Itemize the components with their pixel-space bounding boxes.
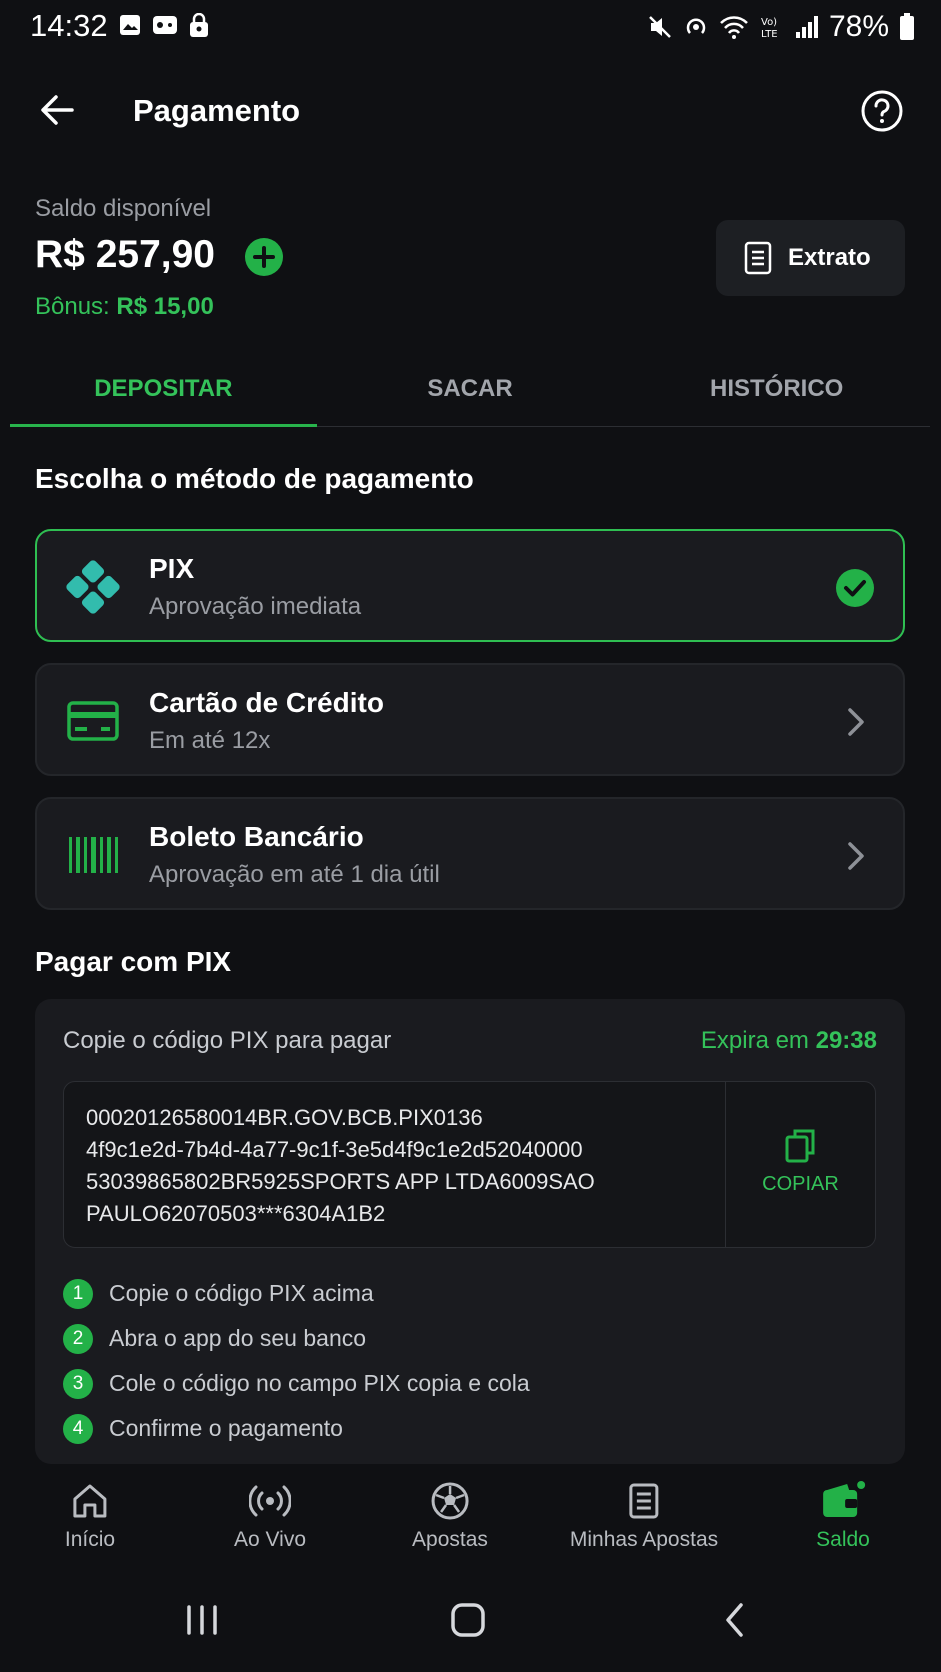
step-text: Copie o código PIX acima <box>109 1280 374 1306</box>
extrato-label: Extrato <box>788 244 871 271</box>
step-item: 4 Confirme o pagamento <box>63 1406 530 1451</box>
document-icon <box>744 241 772 275</box>
expire-timer: Expira em 29:38 <box>701 1027 877 1055</box>
wifi-icon <box>720 16 748 39</box>
hotspot-icon <box>686 18 706 34</box>
bottom-nav: Início Ao Vivo Apostas Minhas Apostas Sa… <box>0 1480 941 1590</box>
nav-label: Minhas Apostas <box>569 1528 719 1551</box>
nav-label: Início <box>64 1528 116 1551</box>
copy-icon <box>785 1129 814 1163</box>
tab-bar: DEPOSITAR SACAR HISTÓRICO <box>10 360 930 427</box>
gallery-icon <box>120 15 140 35</box>
tab-sacar[interactable]: SACAR <box>317 360 624 426</box>
nav-saldo[interactable]: Saldo <box>816 1480 870 1552</box>
chevron-left-icon <box>726 1603 743 1637</box>
nav-label: Ao Vivo <box>234 1528 306 1551</box>
nav-minhas-apostas[interactable]: Minhas Apostas <box>570 1480 718 1552</box>
copy-button[interactable]: COPIAR <box>725 1082 875 1247</box>
chevron-right-icon <box>848 708 864 736</box>
method-boleto[interactable]: Boleto Bancário Aprovação em até 1 dia ú… <box>35 797 905 910</box>
barcode-icon <box>69 837 118 873</box>
method-desc: Em até 12x <box>149 727 271 754</box>
status-time: 14:32 <box>30 8 108 43</box>
check-circle-icon <box>836 569 874 607</box>
methods-title: Escolha o método de pagamento <box>35 463 474 494</box>
balance-value: R$ 257,90 <box>35 233 215 276</box>
chevron-right-icon <box>848 842 864 870</box>
pix-panel: Copie o código PIX para pagar Expira em … <box>35 999 905 1464</box>
method-pix[interactable]: PIX Aprovação imediata <box>35 529 905 642</box>
credit-card-icon <box>67 701 119 741</box>
battery-icon <box>900 13 914 40</box>
expire-time: 29:38 <box>815 1027 877 1054</box>
svg-text:LTE: LTE <box>761 29 778 40</box>
game-icon <box>153 16 177 34</box>
status-right-icons: Vo) LTE 78% <box>647 10 915 44</box>
nav-label: Apostas <box>412 1528 488 1551</box>
recent-apps-icon <box>187 1605 217 1635</box>
arrow-left-icon <box>41 95 74 125</box>
step-text: Cole o código no campo PIX copia e cola <box>109 1370 530 1396</box>
pix-icon <box>66 560 120 614</box>
step-number: 1 <box>63 1278 93 1309</box>
method-name: PIX <box>149 553 195 584</box>
system-nav <box>0 1595 941 1655</box>
method-desc: Aprovação imediata <box>149 593 362 620</box>
step-text: Abra o app do seu banco <box>109 1325 367 1351</box>
help-circle-icon <box>861 90 903 132</box>
tab-historico[interactable]: HISTÓRICO <box>623 360 930 426</box>
step-item: 3 Cole o código no campo PIX copia e col… <box>63 1361 530 1406</box>
step-text: Confirme o pagamento <box>109 1415 343 1441</box>
pix-code-box[interactable]: 00020126580014BR.GOV.BCB.PIX0136 4f9c1e2… <box>63 1081 876 1248</box>
mute-icon <box>649 16 671 38</box>
pix-steps: 1 Copie o código PIX acima 2 Abra o app … <box>63 1271 530 1451</box>
receipt-icon <box>629 1483 659 1519</box>
recent-apps-button[interactable] <box>177 1595 227 1645</box>
method-desc: Aprovação em até 1 dia útil <box>149 861 440 888</box>
nav-inicio[interactable]: Início <box>65 1480 115 1552</box>
soccer-ball-icon <box>431 1482 469 1520</box>
expire-label: Expira em <box>700 1027 809 1054</box>
method-name: Boleto Bancário <box>149 821 364 852</box>
method-name: Cartão de Crédito <box>149 687 384 718</box>
add-balance-button[interactable] <box>245 238 283 276</box>
bonus-value: R$ 15,00 <box>116 293 214 320</box>
svg-text:Vo): Vo) <box>761 17 777 28</box>
volte-icon: Vo)LTE <box>761 17 778 40</box>
tab-depositar[interactable]: DEPOSITAR <box>10 360 317 427</box>
step-number: 4 <box>63 1413 93 1444</box>
nav-label: Saldo <box>816 1528 870 1551</box>
back-button[interactable] <box>36 88 80 132</box>
step-number: 3 <box>63 1368 93 1399</box>
step-item: 2 Abra o app do seu banco <box>63 1316 530 1361</box>
plus-icon <box>253 246 275 268</box>
home-icon <box>73 1484 107 1518</box>
pix-code[interactable]: 00020126580014BR.GOV.BCB.PIX0136 4f9c1e2… <box>86 1102 686 1230</box>
balance-label: Saldo disponível <box>35 195 212 222</box>
extrato-button[interactable]: Extrato <box>716 220 905 296</box>
copy-button-label: COPIAR <box>762 1173 839 1195</box>
step-item: 1 Copie o código PIX acima <box>63 1271 530 1316</box>
home-square-icon <box>451 1603 485 1637</box>
battery-text: 78% <box>828 10 889 43</box>
step-number: 2 <box>63 1323 93 1354</box>
copy-instructions: Copie o código PIX para pagar <box>63 1027 392 1054</box>
bonus-label: Bônus: <box>35 293 110 320</box>
home-button[interactable] <box>443 1595 493 1645</box>
signal-icon <box>795 16 818 38</box>
lock-bag-icon <box>190 13 208 37</box>
method-credit-card[interactable]: Cartão de Crédito Em até 12x <box>35 663 905 776</box>
live-icon <box>249 1485 291 1517</box>
status-left-icons <box>118 13 210 39</box>
nav-ao-vivo[interactable]: Ao Vivo <box>234 1480 306 1552</box>
help-button[interactable] <box>860 89 904 133</box>
bonus-line: Bônus: R$ 15,00 <box>35 293 214 321</box>
wallet-icon <box>823 1481 865 1517</box>
nav-apostas[interactable]: Apostas <box>412 1480 488 1552</box>
system-back-button[interactable] <box>710 1595 760 1645</box>
page-title: Pagamento <box>133 93 301 128</box>
pix-section-title: Pagar com PIX <box>35 946 232 977</box>
